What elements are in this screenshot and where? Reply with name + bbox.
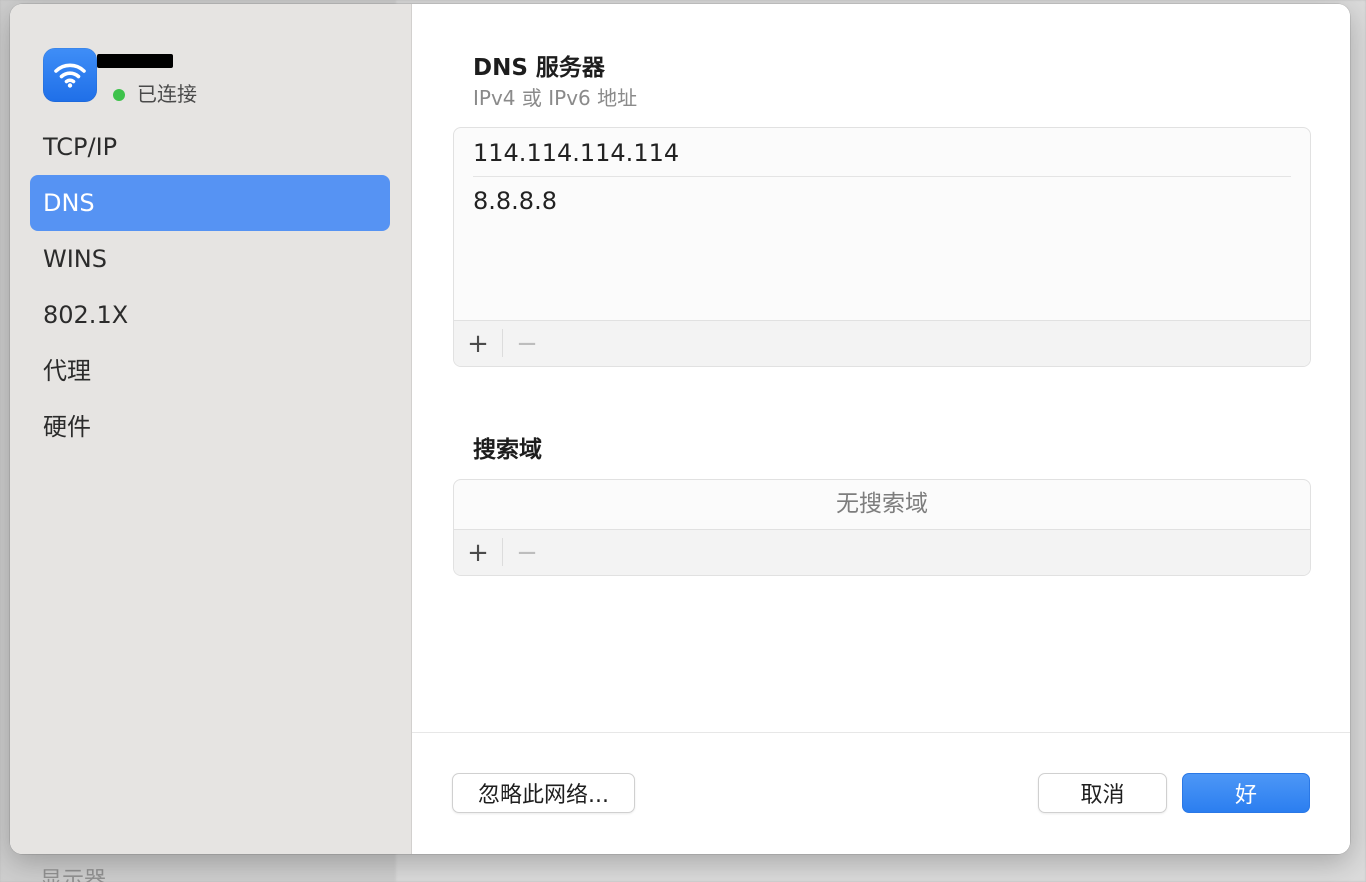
network-header: 已连接 (43, 48, 403, 108)
network-details-sheet: 已连接 TCP/IP DNS WINS 802.1X 代理 硬件 DNS 服务器… (10, 4, 1350, 854)
no-search-domains-label: 无搜索域 (836, 491, 928, 517)
dns-servers-title: DNS 服务器 (473, 55, 605, 81)
dns-settings-panel: DNS 服务器 IPv4 或 IPv6 地址 114.114.114.114 8… (412, 4, 1350, 854)
sidebar-item-dns[interactable]: DNS (30, 175, 390, 231)
remove-search-domain-button[interactable]: − (503, 530, 551, 575)
search-domains-list: 无搜索域 + − (453, 479, 1311, 576)
dns-server-row[interactable]: 114.114.114.114 (473, 130, 1291, 177)
sidebar-item-8021x[interactable]: 802.1X (30, 287, 390, 343)
ignore-network-button[interactable]: 忽略此网络... (452, 773, 635, 813)
dns-server-row[interactable]: 8.8.8.8 (473, 178, 1291, 224)
search-domains-title: 搜索域 (473, 437, 542, 463)
sidebar: 已连接 TCP/IP DNS WINS 802.1X 代理 硬件 (10, 4, 412, 854)
dns-servers-toolbar: + − (454, 320, 1310, 366)
ok-button[interactable]: 好 (1182, 773, 1310, 813)
sidebar-item-tcpip[interactable]: TCP/IP (30, 119, 390, 175)
dns-servers-subtitle: IPv4 或 IPv6 地址 (473, 86, 638, 110)
search-domains-toolbar: + − (454, 529, 1310, 575)
sidebar-item-proxy[interactable]: 代理 (30, 343, 390, 399)
remove-dns-server-button[interactable]: − (503, 321, 551, 366)
sidebar-item-wins[interactable]: WINS (30, 231, 390, 287)
footer-divider (412, 732, 1350, 733)
add-search-domain-button[interactable]: + (454, 530, 502, 575)
connection-status: 已连接 (137, 82, 197, 106)
network-name-redacted (97, 54, 173, 68)
cancel-button[interactable]: 取消 (1038, 773, 1167, 813)
connected-status-dot (113, 89, 125, 101)
sidebar-item-hardware[interactable]: 硬件 (30, 399, 390, 455)
add-dns-server-button[interactable]: + (454, 321, 502, 366)
wifi-icon (43, 48, 97, 102)
background-label: 显示器 (40, 868, 107, 882)
dns-servers-list: 114.114.114.114 8.8.8.8 + − (453, 127, 1311, 367)
